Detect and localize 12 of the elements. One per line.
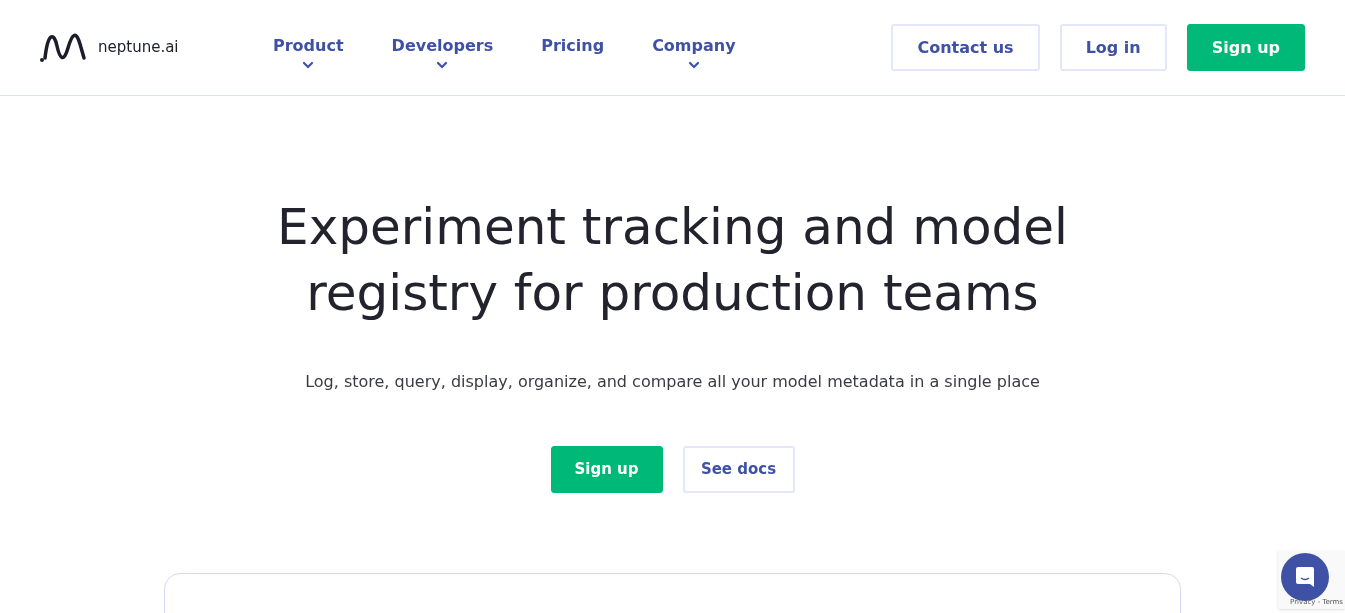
nav-link[interactable]: Product (273, 34, 344, 69)
nav-link[interactable]: Company (652, 34, 736, 69)
logo-text: neptune.ai (98, 37, 179, 59)
outline-button[interactable]: Contact us (891, 24, 1040, 71)
outline-button[interactable]: Log in (1059, 24, 1167, 71)
hero-subtitle: Log, store, query, display, organize, and compare all your model metadata in a single place (305, 371, 1040, 393)
nav-link[interactable]: Pricing (541, 34, 605, 58)
nav-link[interactable]: Developers (391, 34, 494, 69)
logo-wave-icon (40, 31, 88, 64)
outline-button[interactable]: See docs (682, 446, 795, 493)
chat-icon (1295, 566, 1315, 588)
hero-title: Experiment tracking and model registry for production teams (276, 197, 1069, 324)
